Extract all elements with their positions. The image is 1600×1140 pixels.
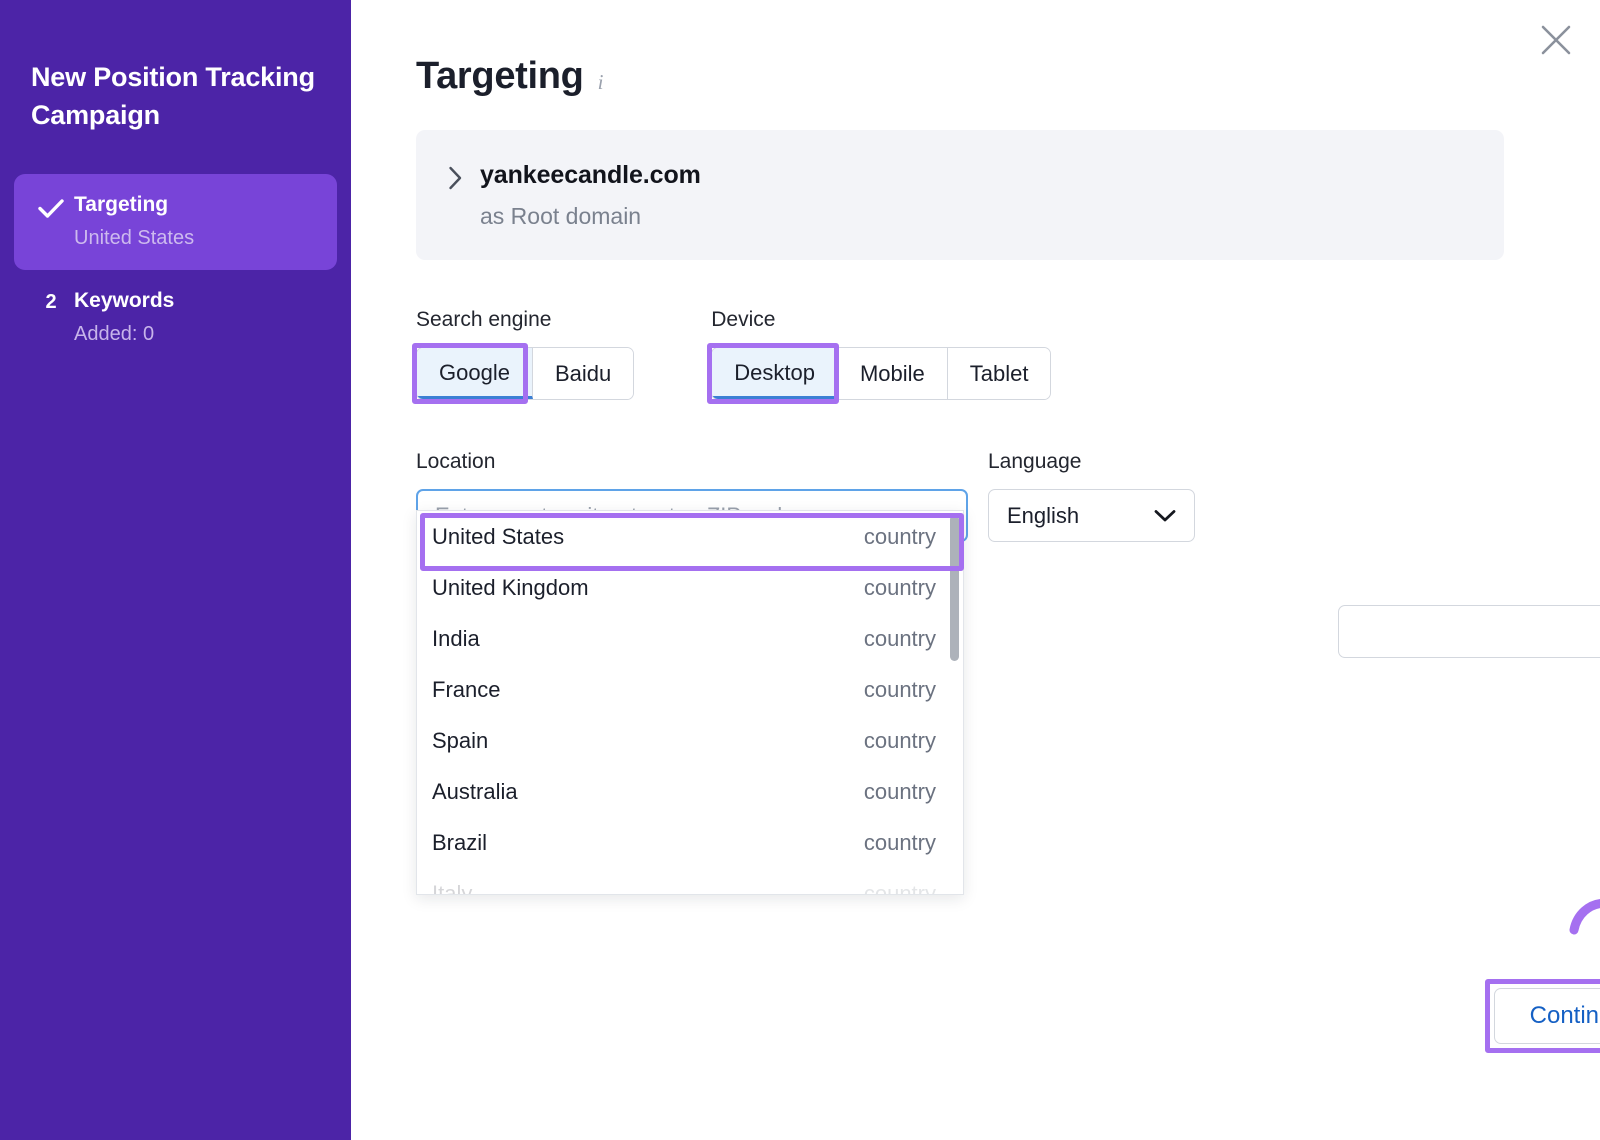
page-title-row: Targeting i: [351, 0, 1600, 98]
chevron-down-icon: [1154, 503, 1176, 529]
continue-to-keywords-button[interactable]: Continue To Keywords: [1494, 988, 1600, 1044]
list-item[interactable]: Brazil country: [417, 817, 963, 868]
domain-name: yankeecandle.com: [480, 160, 701, 191]
location-kind: country: [864, 830, 936, 856]
position-tracking-wizard: New Position Tracking Campaign Targeting…: [0, 0, 1600, 1140]
info-icon[interactable]: i: [598, 72, 604, 93]
search-engine-segmented-control: Google Baidu: [416, 347, 634, 400]
step-body: Targeting United States: [74, 191, 319, 251]
wizard-steps: Targeting United States 2 Keywords Added…: [0, 174, 351, 366]
location-kind: country: [864, 677, 936, 703]
location-kind: country: [864, 779, 936, 805]
step-number-keywords: 2: [28, 287, 74, 316]
location-name: Australia: [432, 779, 518, 805]
list-item[interactable]: United Kingdom country: [417, 562, 963, 613]
search-engine-option-google[interactable]: Google: [417, 348, 533, 399]
location-kind: country: [864, 524, 936, 550]
device-option-mobile[interactable]: Mobile: [838, 348, 948, 399]
list-item[interactable]: Italy country: [417, 868, 963, 895]
location-name: Brazil: [432, 830, 487, 856]
optional-label: (optional): [1338, 559, 1600, 585]
language-select[interactable]: English: [988, 489, 1195, 542]
language-field: Language English: [988, 449, 1195, 542]
continue-button-label: Continue To Keywords: [1530, 1002, 1600, 1030]
sidebar-item-keywords[interactable]: 2 Keywords Added: 0: [14, 270, 337, 366]
location-language-row: Location Business name for local map pac…: [351, 449, 1600, 542]
dropdown-scrollbar[interactable]: [950, 515, 959, 892]
campaign-title: New Position Tracking Campaign: [0, 58, 351, 135]
sidebar-item-sub-keywords: Added: 0: [74, 321, 319, 347]
list-item[interactable]: India country: [417, 613, 963, 664]
location-name: Italy: [432, 881, 472, 896]
device-group: Device Desktop Mobile Tablet: [711, 307, 1051, 400]
dropdown-scrollbar-thumb[interactable]: [950, 515, 959, 661]
device-option-desktop[interactable]: Desktop: [712, 348, 838, 399]
page-title: Targeting: [416, 55, 584, 98]
list-item[interactable]: United States country: [417, 511, 963, 562]
sidebar-item-label-keywords: Keywords: [74, 287, 319, 315]
location-name: Spain: [432, 728, 488, 754]
location-kind: country: [864, 728, 936, 754]
domain-mode: as Root domain: [480, 202, 701, 230]
step-body: Keywords Added: 0: [74, 287, 319, 347]
continue-button-wrap: Continue To Keywords: [1494, 988, 1600, 1044]
list-item[interactable]: France country: [417, 664, 963, 715]
location-suggestions-list: United States country United Kingdom cou…: [417, 511, 963, 895]
sidebar-item-sub-targeting: United States: [74, 225, 319, 251]
business-name-field: (optional): [1338, 559, 1600, 658]
search-engine-option-baidu[interactable]: Baidu: [533, 348, 633, 399]
main-panel: Targeting i yankeecandle.com as Root dom…: [351, 0, 1600, 1140]
location-kind: country: [864, 881, 936, 896]
wizard-sidebar: New Position Tracking Campaign Targeting…: [0, 0, 351, 1140]
list-item[interactable]: Australia country: [417, 766, 963, 817]
domain-row[interactable]: yankeecandle.com as Root domain: [416, 160, 1504, 230]
device-option-tablet[interactable]: Tablet: [948, 348, 1051, 399]
step-check-icon: [28, 191, 74, 218]
domain-card: yankeecandle.com as Root domain: [416, 130, 1504, 260]
domain-texts: yankeecandle.com as Root domain: [478, 160, 701, 230]
location-kind: country: [864, 575, 936, 601]
location-kind: country: [864, 626, 936, 652]
device-segmented-control: Desktop Mobile Tablet: [711, 347, 1051, 400]
location-name: India: [432, 626, 480, 652]
list-item[interactable]: Spain country: [417, 715, 963, 766]
business-name-input[interactable]: [1338, 605, 1600, 658]
sidebar-item-targeting[interactable]: Targeting United States: [14, 174, 337, 270]
location-field: Location Business name for local map pac…: [416, 449, 968, 542]
location-name: United States: [432, 524, 564, 550]
device-label: Device: [711, 307, 1051, 333]
location-name: France: [432, 677, 500, 703]
location-suggestions-dropdown: United States country United Kingdom cou…: [416, 510, 964, 895]
language-selected-value: English: [1007, 503, 1079, 529]
language-label: Language: [988, 449, 1195, 475]
toggles-row: Search engine Google Baidu Device Deskto…: [351, 307, 1600, 400]
close-icon[interactable]: [1530, 14, 1582, 66]
sidebar-item-label-targeting: Targeting: [74, 191, 319, 219]
location-label: Location: [416, 449, 968, 475]
location-name: United Kingdom: [432, 575, 589, 601]
chevron-right-icon[interactable]: [448, 160, 478, 195]
search-engine-label: Search engine: [416, 307, 634, 333]
search-engine-group: Search engine Google Baidu: [416, 307, 634, 400]
